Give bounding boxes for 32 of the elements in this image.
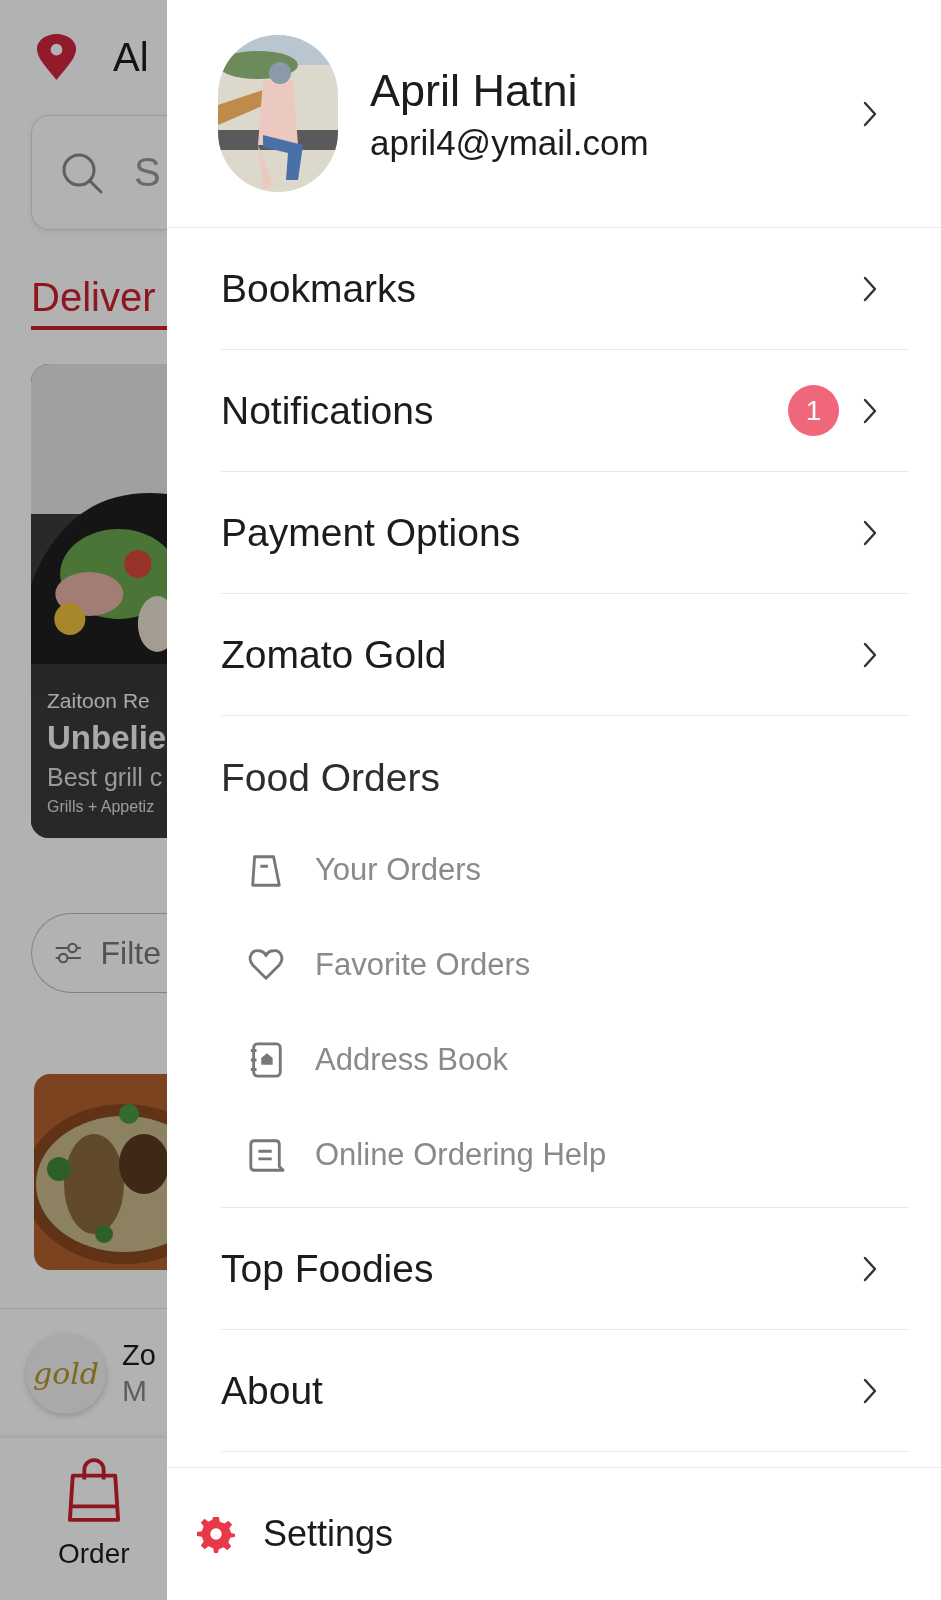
menu-item[interactable]: Zomato Gold [221, 594, 909, 716]
nav-item[interactable]: Order [0, 1438, 130, 1600]
banner-subtitle: M [122, 1374, 148, 1408]
menu-item[interactable]: Payment Options [221, 472, 909, 594]
chevron-right-icon [863, 397, 877, 424]
promo-title: Unbelie [47, 719, 167, 757]
notification-badge: 1 [788, 385, 839, 436]
banner-title: Zo [122, 1339, 156, 1372]
filter-button[interactable]: Filte [31, 913, 167, 993]
menu-item[interactable]: Notifications 1 [221, 350, 909, 472]
chevron-right-icon [863, 519, 877, 546]
menu-item[interactable]: Bookmarks [221, 228, 909, 350]
location-label[interactable]: Al [113, 35, 149, 80]
chevron-right-icon [863, 100, 877, 127]
chevron-right-icon [863, 1255, 877, 1282]
promo-card[interactable]: Zaitoon Re Unbelie Best grill c Grills + Appetiz [31, 364, 167, 838]
settings-link[interactable]: Settings [263, 1513, 394, 1555]
chevron-right-icon [863, 1377, 877, 1404]
promo-tags: Grills + Appetiz [47, 798, 167, 816]
menu-item[interactable]: About [221, 1330, 909, 1452]
profile-name[interactable]: April Hatni [370, 64, 831, 117]
section-heading: Food Orders [221, 755, 441, 801]
chevron-right-icon [863, 641, 877, 668]
membership-logo: gold [26, 1333, 106, 1414]
chevron-right-icon [863, 275, 877, 302]
settings-icon [197, 1515, 235, 1553]
shopping-bag-icon [66, 1458, 121, 1524]
restaurant-name: Zaitoon Re [47, 689, 151, 713]
location-pin-icon[interactable] [35, 34, 78, 81]
profile-email: april4@ymail.com [370, 122, 650, 163]
menu-item[interactable]: Top Foodies [221, 1208, 909, 1330]
promo-subtitle: Best grill c [47, 763, 164, 792]
